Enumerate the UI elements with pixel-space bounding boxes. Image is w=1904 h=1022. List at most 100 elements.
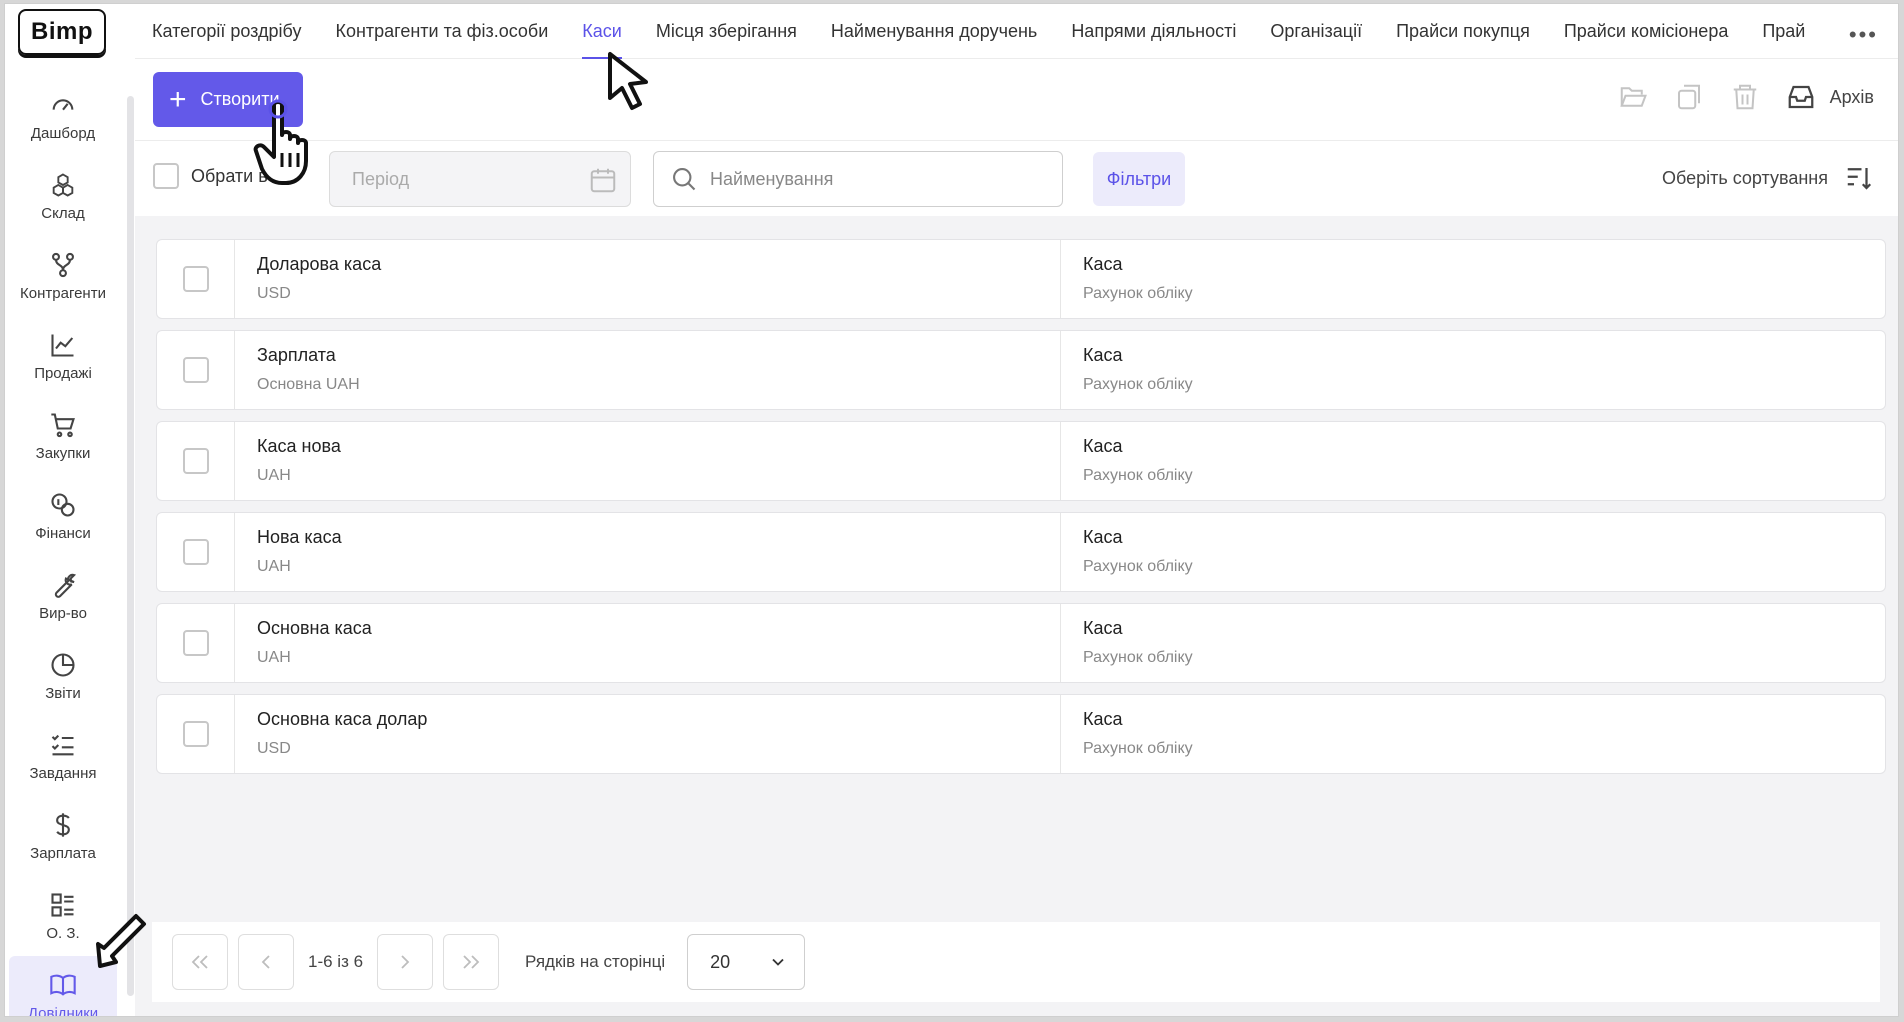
list-item[interactable]: Зарплата Основна UAH Каса Рахунок обліку — [156, 330, 1886, 410]
select-all[interactable]: Обрати всі — [153, 163, 281, 189]
filter-bar: Обрати всі Період Фільтри Оберіть сортув… — [135, 140, 1898, 216]
chevron-left-icon — [261, 955, 270, 969]
list-item[interactable]: Каса нова UAH Каса Рахунок обліку — [156, 421, 1886, 501]
chevron-right-icon — [401, 955, 410, 969]
row-checkbox[interactable] — [182, 630, 209, 656]
tab-counterparties[interactable]: Контрагенти та фіз.особи — [318, 4, 565, 59]
period-field[interactable]: Період — [329, 151, 631, 207]
sidebar-item-production[interactable]: Вир-во — [5, 556, 121, 636]
sidebar-item-label: Дашборд — [30, 124, 96, 142]
assets-icon — [51, 892, 74, 917]
trash-icon[interactable] — [1730, 82, 1760, 112]
row-checkbox[interactable] — [182, 448, 209, 474]
sidebar-item-tasks[interactable]: Завдання — [5, 716, 121, 796]
row-checkbox[interactable] — [182, 266, 209, 292]
sidebar-item-label: О. З. — [46, 924, 80, 942]
sidebar-item-label: Вир-во — [39, 604, 87, 622]
last-page-button[interactable] — [443, 934, 500, 990]
pagination: 1-6 із 6 Рядків на сторінці 20 — [152, 922, 1880, 1002]
directory-tabs: Категорії роздрібу Контрагенти та фіз.ос… — [135, 4, 1898, 59]
gauge-icon — [52, 98, 74, 110]
cash-desk-currency: UAH — [257, 558, 291, 575]
prev-page-button[interactable] — [238, 934, 294, 990]
plus-icon: + — [169, 82, 187, 116]
create-button[interactable]: + Створити — [153, 72, 303, 127]
sidebar-scrollbar[interactable] — [127, 96, 134, 996]
select-all-label: Обрати всі — [191, 165, 281, 186]
folder-open-icon[interactable] — [1618, 82, 1648, 112]
row-checkbox[interactable] — [182, 721, 209, 747]
next-page-button[interactable] — [377, 934, 434, 990]
tab-retail-categories[interactable]: Категорії роздрібу — [135, 4, 318, 59]
sidebar-item-counterparties[interactable]: Контрагенти — [5, 236, 121, 316]
pie-chart-icon — [51, 652, 75, 677]
tab-activity-areas[interactable]: Напрями діяльності — [1054, 4, 1253, 59]
list-item[interactable]: Основна каса долар USD Каса Рахунок облі… — [156, 694, 1886, 774]
list-item[interactable]: Доларова каса USD Каса Рахунок обліку — [156, 239, 1886, 319]
archive-button[interactable]: Архів — [1786, 82, 1874, 112]
sidebar-item-reports[interactable]: Звіти — [5, 636, 121, 716]
cash-desk-list: Доларова каса USD Каса Рахунок обліку За… — [156, 239, 1886, 785]
cash-desk-type-sub: Рахунок обліку — [1083, 740, 1193, 757]
sidebar-item-label: Довідники — [27, 1004, 99, 1017]
cash-desk-name: Доларова каса — [257, 254, 382, 274]
tab-more-prices[interactable]: Прай — [1745, 4, 1822, 59]
sidebar-item-salary[interactable]: Зарплата — [5, 796, 121, 876]
select-all-checkbox[interactable] — [153, 163, 179, 189]
tab-power-of-attorney[interactable]: Найменування доручень — [814, 4, 1054, 59]
tab-commission-prices[interactable]: Прайси комісіонера — [1547, 4, 1746, 59]
calendar-icon[interactable] — [588, 165, 618, 195]
cash-desk-currency: USD — [257, 285, 291, 302]
cash-desk-name: Нова каса — [257, 527, 342, 547]
copy-icon[interactable] — [1674, 82, 1704, 112]
boxes-icon — [52, 172, 74, 197]
coins-icon — [51, 492, 75, 517]
archive-icon — [1788, 85, 1813, 109]
sidebar-item-label: Контрагенти — [20, 284, 106, 302]
sidebar-item-label: Звіти — [45, 684, 81, 702]
cash-desk-type: Каса — [1083, 709, 1123, 729]
sidebar-item-label: Склад — [41, 204, 85, 222]
sidebar-item-label: Фінанси — [35, 524, 91, 542]
sort-control[interactable]: Оберіть сортування — [1662, 163, 1874, 193]
tab-organizations[interactable]: Організації — [1253, 4, 1379, 59]
sidebar-item-label: Продажі — [34, 364, 92, 382]
list-item[interactable]: Нова каса UAH Каса Рахунок обліку — [156, 512, 1886, 592]
first-page-button[interactable] — [172, 934, 228, 990]
content-area: Доларова каса USD Каса Рахунок обліку За… — [135, 216, 1898, 1016]
app-window: Bimp Дашборд Склад Контрагенти Продажі З… — [4, 3, 1899, 1017]
sidebar-item-fixed-assets[interactable]: О. З. — [5, 876, 121, 956]
cash-desk-currency: UAH — [257, 649, 291, 666]
cash-desk-name: Зарплата — [257, 345, 336, 365]
sidebar-nav: Дашборд Склад Контрагенти Продажі Закупк… — [5, 76, 121, 1017]
sidebar-item-finance[interactable]: Фінанси — [5, 476, 121, 556]
row-checkbox[interactable] — [182, 539, 209, 565]
tab-storage-locations[interactable]: Місця зберігання — [639, 4, 814, 59]
cash-desk-type-sub: Рахунок обліку — [1083, 376, 1193, 393]
sidebar-item-warehouse[interactable]: Склад — [5, 156, 121, 236]
more-tabs-icon[interactable]: ••• — [1849, 22, 1878, 48]
sidebar-item-sales[interactable]: Продажі — [5, 316, 121, 396]
sidebar-item-purchases[interactable]: Закупки — [5, 396, 121, 476]
cash-desk-type: Каса — [1083, 254, 1123, 274]
filters-button[interactable]: Фільтри — [1093, 152, 1185, 206]
tab-cash-desks[interactable]: Каси — [565, 4, 639, 59]
app-logo[interactable]: Bimp — [18, 9, 106, 55]
row-checkbox[interactable] — [182, 357, 209, 383]
search-field[interactable] — [653, 151, 1063, 207]
search-input[interactable] — [710, 168, 1030, 190]
search-icon — [673, 168, 696, 191]
cart-icon — [51, 412, 75, 437]
tab-buyer-prices[interactable]: Прайси покупця — [1379, 4, 1547, 59]
list-item[interactable]: Основна каса UAH Каса Рахунок обліку — [156, 603, 1886, 683]
create-button-label: Створити — [200, 89, 280, 109]
toolbar-actions: Архів — [1618, 82, 1874, 112]
sidebar-item-directories[interactable]: Довідники — [9, 956, 117, 1017]
rows-per-page-select[interactable]: 20 — [687, 934, 806, 990]
sidebar-item-label: Завдання — [29, 764, 97, 782]
sort-label: Оберіть сортування — [1661, 167, 1828, 188]
book-icon — [50, 974, 76, 996]
sidebar-item-dashboard[interactable]: Дашборд — [5, 76, 121, 156]
cash-desk-type-sub: Рахунок обліку — [1083, 285, 1193, 302]
chevrons-left-icon — [191, 955, 208, 969]
